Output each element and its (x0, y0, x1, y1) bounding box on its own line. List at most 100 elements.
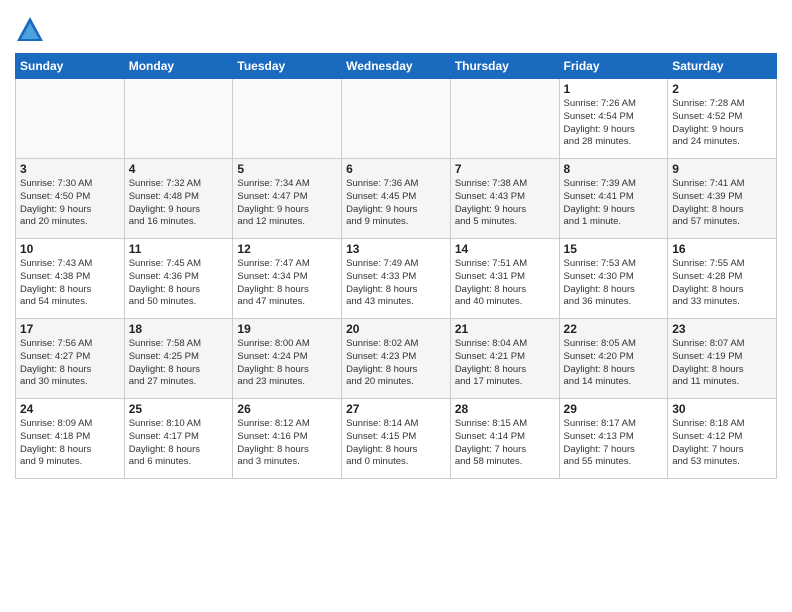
calendar-week-row: 1 Sunrise: 7:26 AM Sunset: 4:54 PM Daylig… (16, 79, 777, 159)
day-number: 11 (129, 242, 229, 256)
day-info: Sunrise: 7:43 AM Sunset: 4:38 PM Dayligh… (20, 258, 120, 309)
calendar-cell: 24 Sunrise: 8:09 AM Sunset: 4:18 PM Dayli… (16, 399, 125, 479)
day-info: Sunrise: 7:39 AM Sunset: 4:41 PM Dayligh… (564, 178, 664, 229)
calendar-cell: 28 Sunrise: 8:15 AM Sunset: 4:14 PM Dayli… (450, 399, 559, 479)
day-number: 20 (346, 322, 446, 336)
day-number: 28 (455, 402, 555, 416)
header-tuesday: Tuesday (233, 54, 342, 79)
calendar-cell: 5Sunrise: 7:34 AM Sunset: 4:47 PM Daylig… (233, 159, 342, 239)
day-number: 6 (346, 162, 446, 176)
day-info: Sunrise: 7:38 AM Sunset: 4:43 PM Dayligh… (455, 178, 555, 229)
calendar-cell: 10 Sunrise: 7:43 AM Sunset: 4:38 PM Dayli… (16, 239, 125, 319)
day-number: 1 (564, 82, 664, 96)
calendar-cell: 12 Sunrise: 7:47 AM Sunset: 4:34 PM Dayli… (233, 239, 342, 319)
header-sunday: Sunday (16, 54, 125, 79)
day-number: 4 (129, 162, 229, 176)
calendar-cell: 27 Sunrise: 8:14 AM Sunset: 4:15 PM Dayli… (342, 399, 451, 479)
calendar-cell: 25 Sunrise: 8:10 AM Sunset: 4:17 PM Dayli… (124, 399, 233, 479)
day-info: Sunrise: 7:55 AM Sunset: 4:28 PM Dayligh… (672, 258, 772, 309)
calendar-week-row: 3 Sunrise: 7:30 AM Sunset: 4:50 PM Daylig… (16, 159, 777, 239)
day-number: 17 (20, 322, 120, 336)
day-info: Sunrise: 8:05 AM Sunset: 4:20 PM Dayligh… (564, 338, 664, 389)
day-info: Sunrise: 7:32 AM Sunset: 4:48 PM Dayligh… (129, 178, 229, 229)
calendar-week-row: 24 Sunrise: 8:09 AM Sunset: 4:18 PM Dayli… (16, 399, 777, 479)
day-number: 9 (672, 162, 772, 176)
calendar-cell: 19 Sunrise: 8:00 AM Sunset: 4:24 PM Dayli… (233, 319, 342, 399)
day-number: 24 (20, 402, 120, 416)
header-friday: Friday (559, 54, 668, 79)
day-info: Sunrise: 7:30 AM Sunset: 4:50 PM Dayligh… (20, 178, 120, 229)
calendar-cell: 6 Sunrise: 7:36 AM Sunset: 4:45 PM Daylig… (342, 159, 451, 239)
day-info: Sunrise: 8:09 AM Sunset: 4:18 PM Dayligh… (20, 418, 120, 469)
day-info: Sunrise: 7:56 AM Sunset: 4:27 PM Dayligh… (20, 338, 120, 389)
calendar-cell: 8Sunrise: 7:39 AM Sunset: 4:41 PM Daylig… (559, 159, 668, 239)
calendar-cell: 22 Sunrise: 8:05 AM Sunset: 4:20 PM Dayli… (559, 319, 668, 399)
day-number: 14 (455, 242, 555, 256)
day-info: Sunrise: 8:15 AM Sunset: 4:14 PM Dayligh… (455, 418, 555, 469)
day-info: Sunrise: 8:00 AM Sunset: 4:24 PM Dayligh… (237, 338, 337, 389)
day-info: Sunrise: 8:02 AM Sunset: 4:23 PM Dayligh… (346, 338, 446, 389)
day-number: 26 (237, 402, 337, 416)
day-info: Sunrise: 7:51 AM Sunset: 4:31 PM Dayligh… (455, 258, 555, 309)
day-info: Sunrise: 8:07 AM Sunset: 4:19 PM Dayligh… (672, 338, 772, 389)
day-info: Sunrise: 7:45 AM Sunset: 4:36 PM Dayligh… (129, 258, 229, 309)
calendar-table: SundayMondayTuesdayWednesdayThursdayFrid… (15, 53, 777, 479)
day-info: Sunrise: 7:58 AM Sunset: 4:25 PM Dayligh… (129, 338, 229, 389)
day-number: 30 (672, 402, 772, 416)
calendar-cell: 17 Sunrise: 7:56 AM Sunset: 4:27 PM Dayli… (16, 319, 125, 399)
calendar-cell: 7 Sunrise: 7:38 AM Sunset: 4:43 PM Daylig… (450, 159, 559, 239)
calendar-cell (16, 79, 125, 159)
day-number: 7 (455, 162, 555, 176)
day-number: 2 (672, 82, 772, 96)
calendar-cell (233, 79, 342, 159)
day-number: 3 (20, 162, 120, 176)
header-saturday: Saturday (668, 54, 777, 79)
calendar-cell (450, 79, 559, 159)
main-container: SundayMondayTuesdayWednesdayThursdayFrid… (0, 0, 792, 484)
calendar-cell: 15 Sunrise: 7:53 AM Sunset: 4:30 PM Dayli… (559, 239, 668, 319)
day-info: Sunrise: 8:18 AM Sunset: 4:12 PM Dayligh… (672, 418, 772, 469)
day-info: Sunrise: 8:14 AM Sunset: 4:15 PM Dayligh… (346, 418, 446, 469)
logo-icon (15, 15, 45, 45)
day-number: 22 (564, 322, 664, 336)
day-number: 13 (346, 242, 446, 256)
day-info: Sunrise: 7:49 AM Sunset: 4:33 PM Dayligh… (346, 258, 446, 309)
logo (15, 15, 49, 45)
day-info: Sunrise: 8:12 AM Sunset: 4:16 PM Dayligh… (237, 418, 337, 469)
calendar-cell: 16 Sunrise: 7:55 AM Sunset: 4:28 PM Dayli… (668, 239, 777, 319)
day-info: Sunrise: 8:04 AM Sunset: 4:21 PM Dayligh… (455, 338, 555, 389)
calendar-cell: 18 Sunrise: 7:58 AM Sunset: 4:25 PM Dayli… (124, 319, 233, 399)
day-number: 21 (455, 322, 555, 336)
calendar-cell: 4 Sunrise: 7:32 AM Sunset: 4:48 PM Daylig… (124, 159, 233, 239)
header (15, 10, 777, 45)
day-number: 15 (564, 242, 664, 256)
day-number: 25 (129, 402, 229, 416)
calendar-cell: 30 Sunrise: 8:18 AM Sunset: 4:12 PM Dayli… (668, 399, 777, 479)
day-number: 27 (346, 402, 446, 416)
calendar-cell (342, 79, 451, 159)
day-number: 5 (237, 162, 337, 176)
day-number: 19 (237, 322, 337, 336)
day-number: 12 (237, 242, 337, 256)
day-info: Sunrise: 7:36 AM Sunset: 4:45 PM Dayligh… (346, 178, 446, 229)
calendar-cell: 1 Sunrise: 7:26 AM Sunset: 4:54 PM Daylig… (559, 79, 668, 159)
day-info: Sunrise: 7:41 AM Sunset: 4:39 PM Dayligh… (672, 178, 772, 229)
header-thursday: Thursday (450, 54, 559, 79)
calendar-cell: 11 Sunrise: 7:45 AM Sunset: 4:36 PM Dayli… (124, 239, 233, 319)
day-info: Sunrise: 7:53 AM Sunset: 4:30 PM Dayligh… (564, 258, 664, 309)
day-number: 29 (564, 402, 664, 416)
calendar-cell: 9 Sunrise: 7:41 AM Sunset: 4:39 PM Daylig… (668, 159, 777, 239)
day-info: Sunrise: 7:26 AM Sunset: 4:54 PM Dayligh… (564, 98, 664, 149)
day-info: Sunrise: 7:28 AM Sunset: 4:52 PM Dayligh… (672, 98, 772, 149)
calendar-cell: 29 Sunrise: 8:17 AM Sunset: 4:13 PM Dayli… (559, 399, 668, 479)
header-wednesday: Wednesday (342, 54, 451, 79)
day-info: Sunrise: 8:10 AM Sunset: 4:17 PM Dayligh… (129, 418, 229, 469)
day-info: Sunrise: 7:47 AM Sunset: 4:34 PM Dayligh… (237, 258, 337, 309)
calendar-cell: 13 Sunrise: 7:49 AM Sunset: 4:33 PM Dayli… (342, 239, 451, 319)
day-info: Sunrise: 8:17 AM Sunset: 4:13 PM Dayligh… (564, 418, 664, 469)
day-number: 16 (672, 242, 772, 256)
day-number: 10 (20, 242, 120, 256)
calendar-cell: 14 Sunrise: 7:51 AM Sunset: 4:31 PM Dayli… (450, 239, 559, 319)
day-number: 18 (129, 322, 229, 336)
header-monday: Monday (124, 54, 233, 79)
